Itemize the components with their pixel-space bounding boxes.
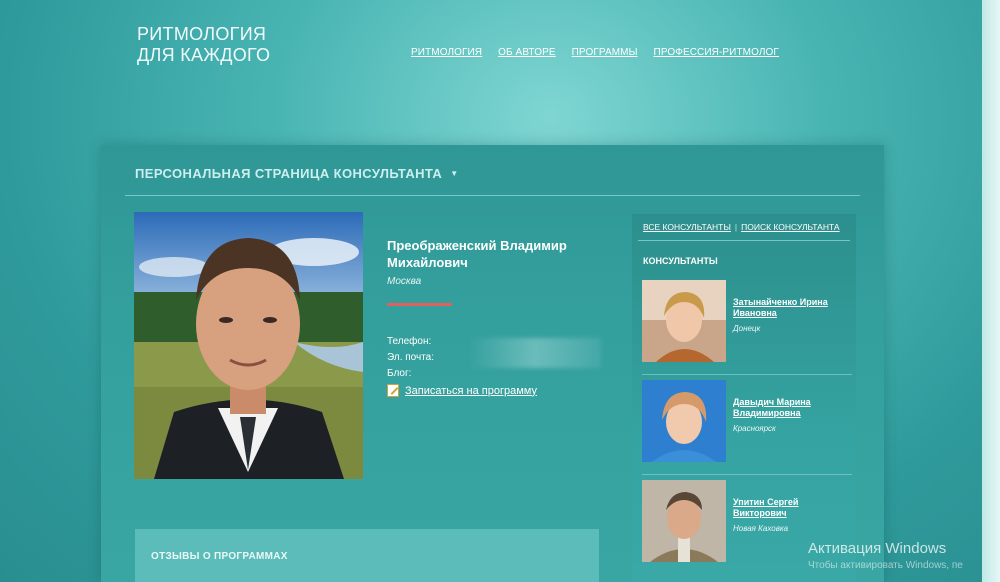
consultant-card-city: Красноярск xyxy=(733,424,776,433)
link-separator: | xyxy=(734,222,738,232)
blog-label: Блог: xyxy=(387,368,412,379)
panel-title: ПЕРСОНАЛЬНАЯ СТРАНИЦА КОНСУЛЬТАНТА xyxy=(135,166,443,181)
consultant-card[interactable]: Давыдич Марина Владимировна Красноярск xyxy=(642,380,852,464)
consultants-sidebar: ВСЕ КОНСУЛЬТАНТЫ | ПОИСК КОНСУЛЬТАНТА КО… xyxy=(632,214,856,582)
nav-item-ritmologiya[interactable]: РИТМОЛОГИЯ xyxy=(411,47,482,58)
search-consultant-link[interactable]: ПОИСК КОНСУЛЬТАНТА xyxy=(741,222,839,232)
email-label: Эл. почта: xyxy=(387,352,435,363)
logo-line-2: ДЛЯ КАЖДОГО xyxy=(137,45,271,65)
consultant-card-photo[interactable] xyxy=(642,380,726,462)
consultant-panel: ПЕРСОНАЛЬНАЯ СТРАНИЦА КОНСУЛЬТАНТА ▼ Пре… xyxy=(101,145,884,582)
redacted-contacts xyxy=(469,338,601,368)
chevron-down-icon: ▼ xyxy=(450,169,459,178)
consultant-card[interactable]: Затынайченко Ирина Ивановна Донецк xyxy=(642,280,852,364)
main-nav: РИТМОЛОГИЯ ОБ АВТОРЕ ПРОГРАММЫ ПРОФЕССИЯ… xyxy=(411,47,779,58)
nav-item-about-author[interactable]: ОБ АВТОРЕ xyxy=(498,47,555,58)
contact-list: Телефон: Эл. почта: Блог: xyxy=(387,334,434,382)
windows-activation-watermark: Активация Windows xyxy=(808,540,947,557)
consultant-card-name[interactable]: Упитин Сергей Викторович xyxy=(733,497,845,519)
all-consultants-link[interactable]: ВСЕ КОНСУЛЬТАНТЫ xyxy=(643,222,731,232)
consultant-card-name[interactable]: Затынайченко Ирина Ивановна xyxy=(733,297,845,319)
sidebar-links: ВСЕ КОНСУЛЬТАНТЫ | ПОИСК КОНСУЛЬТАНТА xyxy=(643,222,840,232)
sidebar-title: КОНСУЛЬТАНТЫ xyxy=(643,256,718,266)
logo-line-1: РИТМОЛОГИЯ xyxy=(137,24,267,44)
panel-divider xyxy=(125,195,860,196)
accent-divider xyxy=(387,303,452,306)
signup-label: Записаться на программу xyxy=(405,384,537,397)
phone-label: Телефон: xyxy=(387,336,432,347)
reviews-section: ОТЗЫВЫ О ПРОГРАММАХ xyxy=(135,529,599,582)
card-divider xyxy=(642,374,852,375)
site-logo[interactable]: РИТМОЛОГИЯ ДЛЯ КАЖДОГО xyxy=(137,24,270,66)
panel-title-dropdown[interactable]: ПЕРСОНАЛЬНАЯ СТРАНИЦА КОНСУЛЬТАНТА ▼ xyxy=(135,166,459,181)
consultant-city: Москва xyxy=(387,276,422,287)
consultant-card-photo[interactable] xyxy=(642,280,726,362)
consultant-name: Преображенский Владимир Михайлович xyxy=(387,238,567,270)
consultant-card-photo[interactable] xyxy=(642,480,726,562)
nav-item-profession[interactable]: ПРОФЕССИЯ-РИТМОЛОГ xyxy=(654,47,779,58)
sidebar-divider xyxy=(638,240,850,241)
consultant-card-city: Донецк xyxy=(733,324,761,333)
consultant-card-city: Новая Каховка xyxy=(733,524,789,533)
consultant-photo xyxy=(134,212,363,479)
signup-link[interactable]: Записаться на программу xyxy=(387,384,537,397)
nav-item-programs[interactable]: ПРОГРАММЫ xyxy=(572,47,638,58)
reviews-title: ОТЗЫВЫ О ПРОГРАММАХ xyxy=(151,551,288,562)
windows-activation-hint: Чтобы активировать Windows, пе xyxy=(808,560,963,571)
card-divider xyxy=(642,474,852,475)
pencil-icon xyxy=(387,384,399,397)
consultant-card-name[interactable]: Давыдич Марина Владимировна xyxy=(733,397,845,419)
window-edge xyxy=(982,0,1000,582)
